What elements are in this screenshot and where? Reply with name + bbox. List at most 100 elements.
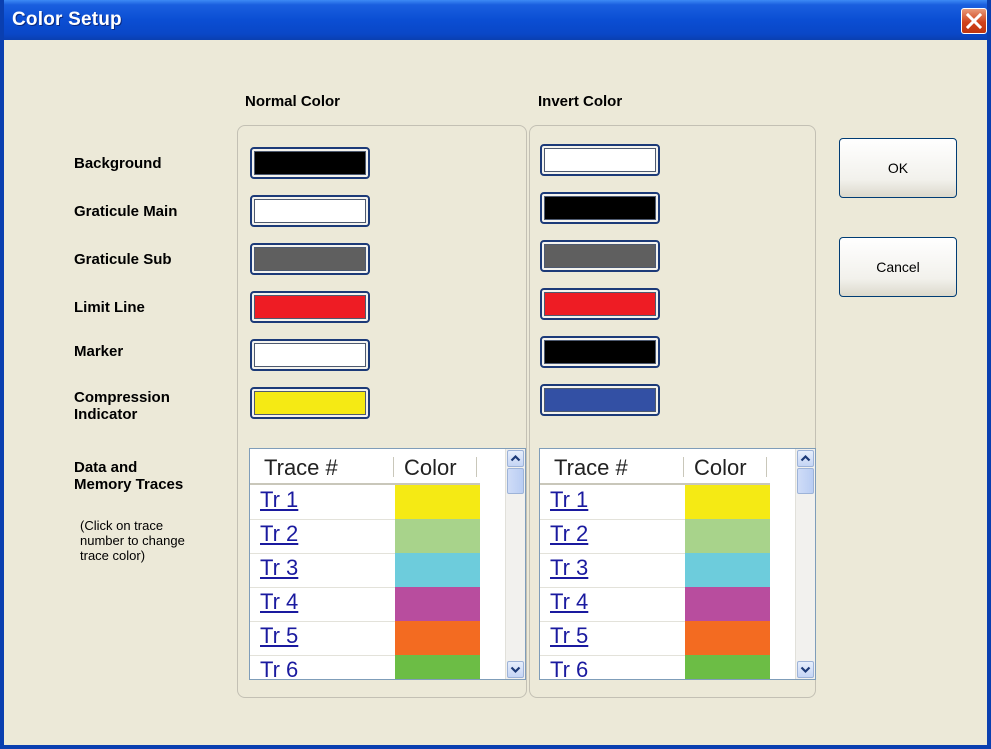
trace-table-header: Trace # Color [250, 449, 480, 485]
table-row: Tr 1 [540, 485, 770, 520]
invert-graticule-sub-swatch[interactable] [540, 240, 660, 272]
trace-link[interactable]: Tr 6 [550, 657, 588, 679]
table-row: Tr 6 [540, 655, 770, 679]
normal-marker-swatch[interactable] [250, 339, 370, 371]
scroll-thumb[interactable] [797, 468, 814, 494]
trace-color-cell[interactable] [685, 587, 770, 621]
trace-color-cell[interactable] [685, 519, 770, 553]
col-header-trace: Trace # [264, 455, 338, 480]
trace-color-cell[interactable] [685, 553, 770, 587]
table-row: Tr 1 [250, 485, 480, 520]
table-row: Tr 5 [250, 621, 480, 656]
trace-color-cell[interactable] [395, 519, 480, 553]
col-divider [766, 457, 767, 477]
label-compression-line2: Indicator [74, 406, 138, 423]
invert-limit-line-swatch[interactable] [540, 288, 660, 320]
swatch-fill [254, 295, 366, 319]
table-row: Tr 3 [540, 553, 770, 588]
close-icon [966, 13, 982, 29]
scroll-up-button[interactable] [797, 450, 814, 467]
cancel-button[interactable]: Cancel [839, 237, 957, 297]
label-background: Background [74, 155, 162, 172]
trace-link[interactable]: Tr 5 [260, 623, 298, 649]
col-divider [476, 457, 477, 477]
trace-help-note: (Click on trace number to change trace c… [80, 518, 240, 563]
title-bar[interactable]: Color Setup [4, 0, 987, 40]
ok-button[interactable]: OK [839, 138, 957, 198]
scroll-thumb[interactable] [507, 468, 524, 494]
trace-color-cell[interactable] [395, 621, 480, 655]
color-setup-dialog: Color Setup Normal Color Invert Color Ba… [0, 0, 991, 749]
trace-link[interactable]: Tr 6 [260, 657, 298, 679]
table-row: Tr 6 [250, 655, 480, 679]
normal-compression-swatch[interactable] [250, 387, 370, 419]
trace-link[interactable]: Tr 1 [260, 487, 298, 513]
invert-graticule-main-swatch[interactable] [540, 192, 660, 224]
scroll-down-button[interactable] [797, 661, 814, 678]
trace-table-header: Trace # Color [540, 449, 770, 485]
chevron-down-icon [510, 666, 521, 674]
col-header-color: Color [694, 455, 747, 480]
col-header-color: Color [404, 455, 457, 480]
normal-background-swatch[interactable] [250, 147, 370, 179]
vertical-scrollbar[interactable] [795, 449, 815, 679]
trace-link[interactable]: Tr 3 [260, 555, 298, 581]
note-line3: trace color) [80, 548, 146, 563]
swatch-fill [544, 292, 656, 316]
trace-color-cell[interactable] [395, 655, 480, 679]
invert-background-swatch[interactable] [540, 144, 660, 176]
invert-compression-swatch[interactable] [540, 384, 660, 416]
trace-color-cell[interactable] [685, 485, 770, 519]
trace-link[interactable]: Tr 4 [260, 589, 298, 615]
swatch-fill [254, 343, 366, 367]
swatch-fill [544, 148, 656, 172]
invert-trace-table[interactable]: Trace # Color Tr 1 Tr 2 Tr 3 Tr 4 Tr 5 Tr 6 [539, 448, 816, 680]
table-row: Tr 4 [540, 587, 770, 622]
trace-link[interactable]: Tr 2 [260, 521, 298, 547]
trace-color-cell[interactable] [685, 621, 770, 655]
invert-marker-swatch[interactable] [540, 336, 660, 368]
label-traces-line2: Memory Traces [74, 476, 184, 493]
swatch-fill [544, 340, 656, 364]
normal-graticule-main-swatch[interactable] [250, 195, 370, 227]
normal-graticule-sub-swatch[interactable] [250, 243, 370, 275]
trace-color-cell[interactable] [395, 485, 480, 519]
chevron-up-icon [800, 454, 811, 462]
trace-link[interactable]: Tr 1 [550, 487, 588, 513]
label-limit-line: Limit Line [74, 299, 145, 316]
col-divider [683, 457, 684, 477]
table-row: Tr 2 [250, 519, 480, 554]
trace-link[interactable]: Tr 3 [550, 555, 588, 581]
swatch-fill [254, 151, 366, 175]
trace-color-cell[interactable] [395, 587, 480, 621]
table-row: Tr 3 [250, 553, 480, 588]
note-line1: (Click on trace [80, 518, 164, 533]
col-divider [393, 457, 394, 477]
col-header-trace: Trace # [554, 455, 628, 480]
trace-link[interactable]: Tr 4 [550, 589, 588, 615]
normal-limit-line-swatch[interactable] [250, 291, 370, 323]
scroll-down-button[interactable] [507, 661, 524, 678]
swatch-fill [254, 199, 366, 223]
label-graticule-sub: Graticule Sub [74, 251, 172, 268]
trace-link[interactable]: Tr 5 [550, 623, 588, 649]
label-data-memory-traces: Data and Memory Traces [74, 459, 183, 493]
note-line2: number to change [80, 533, 185, 548]
label-marker: Marker [74, 343, 124, 360]
normal-trace-table[interactable]: Trace # Color Tr 1 Tr 2 Tr 3 Tr 4 Tr 5 Tr 6 [249, 448, 526, 680]
trace-link[interactable]: Tr 2 [550, 521, 588, 547]
label-graticule-main: Graticule Main [74, 203, 178, 220]
table-row: Tr 2 [540, 519, 770, 554]
swatch-fill [254, 391, 366, 415]
swatch-fill [544, 244, 656, 268]
label-compression-line1: Compression [74, 389, 170, 406]
table-row: Tr 5 [540, 621, 770, 656]
scroll-up-button[interactable] [507, 450, 524, 467]
window-title: Color Setup [12, 9, 122, 30]
table-row: Tr 4 [250, 587, 480, 622]
header-normal-color: Normal Color [245, 93, 341, 110]
trace-color-cell[interactable] [685, 655, 770, 679]
close-button[interactable] [961, 8, 987, 34]
trace-color-cell[interactable] [395, 553, 480, 587]
vertical-scrollbar[interactable] [505, 449, 525, 679]
